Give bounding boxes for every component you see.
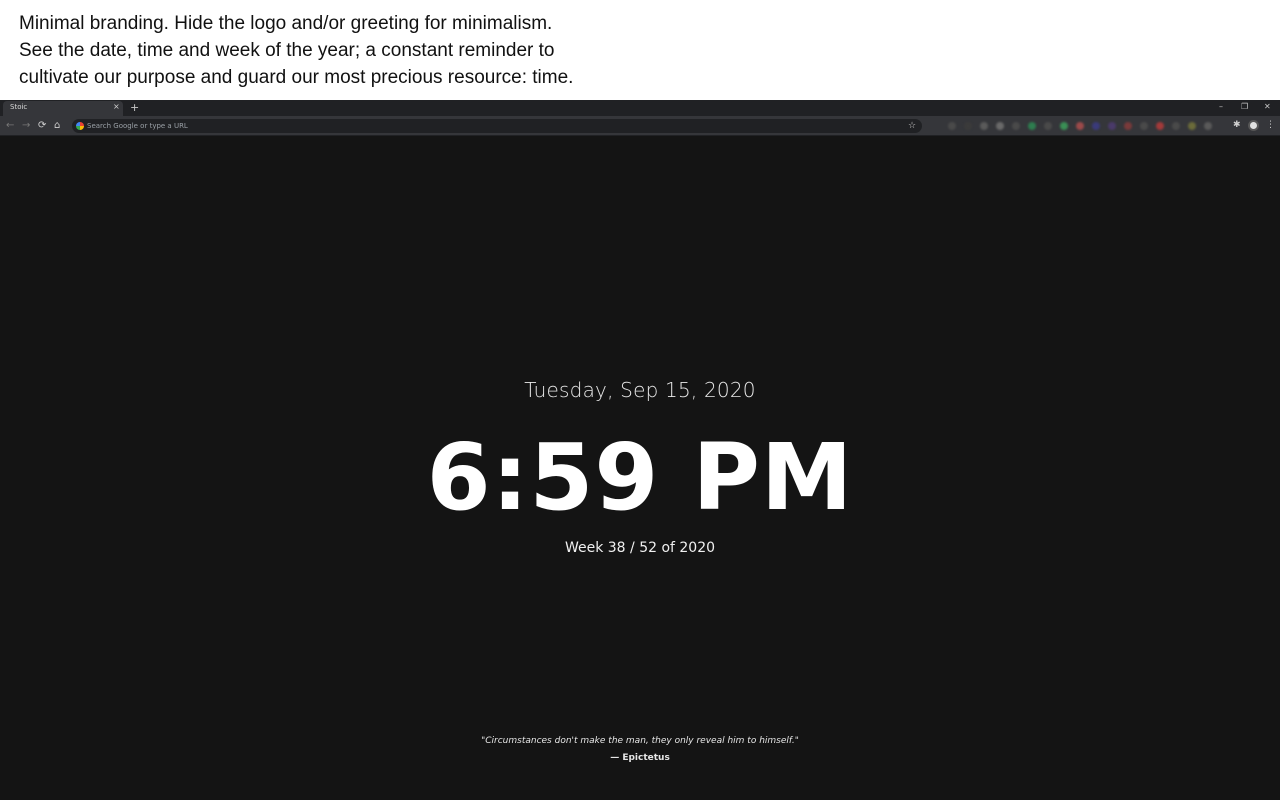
- extension-icon[interactable]: [1204, 122, 1212, 130]
- omnibox[interactable]: ☆: [72, 119, 922, 133]
- quote-author: — Epictetus: [610, 753, 670, 763]
- extension-icon[interactable]: [1028, 122, 1036, 130]
- menu-kebab-icon[interactable]: ⋮: [1266, 119, 1275, 132]
- profile-avatar[interactable]: [1248, 120, 1259, 131]
- omnibox-input[interactable]: [87, 120, 887, 132]
- browser-toolbar: ← → ⟳ ⌂ ☆ ✱ ⋮: [0, 116, 1280, 136]
- extension-icon[interactable]: [1172, 122, 1180, 130]
- new-tab-button[interactable]: +: [130, 101, 139, 115]
- promo-caption: Minimal branding. Hide the logo and/or g…: [0, 0, 1280, 100]
- extension-icon[interactable]: [1108, 122, 1116, 130]
- promo-line-3: cultivate our purpose and guard our most…: [19, 67, 574, 88]
- window-close-icon[interactable]: ✕: [1264, 101, 1271, 113]
- google-icon: [76, 122, 84, 130]
- current-time: 6:59 PM: [426, 424, 854, 531]
- minimize-icon[interactable]: –: [1219, 101, 1223, 113]
- extension-icon[interactable]: [996, 122, 1004, 130]
- extension-icon[interactable]: [980, 122, 988, 130]
- browser-window: Stoic × + – ❐ ✕ ← → ⟳ ⌂ ☆ ✱ ⋮ Tuesday, S…: [0, 100, 1280, 800]
- week-of-year: Week 38 / 52 of 2020: [564, 540, 716, 556]
- promo-line-2: See the date, time and week of the year;…: [19, 40, 555, 61]
- extension-icon[interactable]: [1140, 122, 1148, 130]
- promo-line-1: Minimal branding. Hide the logo and/or g…: [19, 13, 553, 34]
- tab-title: Stoic: [10, 103, 28, 111]
- extensions-bar: [928, 120, 1228, 132]
- extension-icon[interactable]: [1012, 122, 1020, 130]
- bookmark-star-icon[interactable]: ☆: [908, 119, 916, 133]
- extension-icon[interactable]: [1188, 122, 1196, 130]
- tab-strip: Stoic × + – ❐ ✕: [0, 100, 1280, 116]
- extension-icon[interactable]: [1044, 122, 1052, 130]
- extension-icon[interactable]: [964, 122, 972, 130]
- quote-text: "Circumstances don't make the man, they …: [481, 736, 799, 746]
- tab-close-icon[interactable]: ×: [113, 102, 120, 111]
- extension-icon[interactable]: [1124, 122, 1132, 130]
- extension-icon[interactable]: [948, 122, 956, 130]
- home-icon[interactable]: ⌂: [54, 119, 60, 132]
- extension-icon[interactable]: [1092, 122, 1100, 130]
- back-icon[interactable]: ←: [6, 119, 14, 132]
- restore-icon[interactable]: ❐: [1241, 101, 1248, 113]
- extension-icon[interactable]: [1156, 122, 1164, 130]
- current-date: Tuesday, Sep 15, 2020: [524, 378, 756, 402]
- tab-stoic[interactable]: Stoic ×: [3, 101, 123, 116]
- extensions-puzzle-icon[interactable]: ✱: [1233, 119, 1241, 132]
- extension-icon[interactable]: [1060, 122, 1068, 130]
- extension-icon[interactable]: [1076, 122, 1084, 130]
- forward-icon[interactable]: →: [22, 119, 30, 132]
- reload-icon[interactable]: ⟳: [38, 119, 46, 132]
